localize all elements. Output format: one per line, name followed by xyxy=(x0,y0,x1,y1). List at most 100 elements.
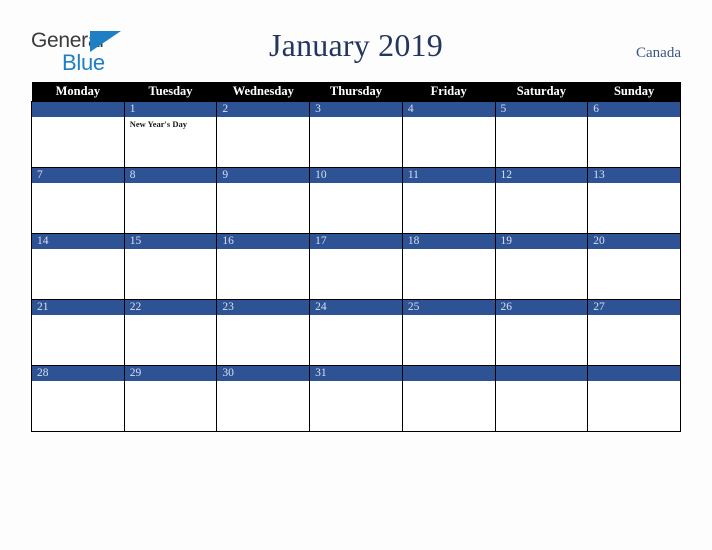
day-cell-body xyxy=(217,249,309,299)
calendar-day-cell[interactable]: 8 xyxy=(123,167,218,234)
day-cell-body xyxy=(496,315,588,365)
calendar-day-cell[interactable]: 3 xyxy=(309,101,403,168)
calendar-day-cell[interactable]: 24 xyxy=(309,299,403,366)
day-number: 6 xyxy=(588,102,680,117)
day-number: 26 xyxy=(495,300,588,315)
weekday-header-tuesday: Tuesday xyxy=(124,82,217,102)
page-header: General Blue January 2019 Canada xyxy=(0,0,712,82)
calendar-day-cell[interactable]: 7 xyxy=(31,167,125,234)
day-number xyxy=(588,366,680,381)
calendar-day-cell[interactable]: 22 xyxy=(123,299,218,366)
day-number: 8 xyxy=(124,168,217,183)
day-number: 1 xyxy=(124,102,217,117)
weekday-header-thursday: Thursday xyxy=(309,82,403,102)
calendar-day-cell[interactable]: 20 xyxy=(587,233,681,300)
calendar-day-cell[interactable]: 30 xyxy=(216,365,311,432)
calendar-day-cell[interactable]: 4 xyxy=(401,101,496,168)
calendar-day-cell[interactable]: 5 xyxy=(494,101,589,168)
calendar-day-cell[interactable]: 23 xyxy=(216,299,311,366)
day-cell-body xyxy=(217,381,309,431)
day-number: 22 xyxy=(124,300,217,315)
weekday-header-friday: Friday xyxy=(402,82,496,102)
day-cell-body xyxy=(403,183,495,233)
day-number: 23 xyxy=(217,300,310,315)
region-label: Canada xyxy=(636,45,681,61)
day-number: 14 xyxy=(32,234,124,249)
calendar-day-cell[interactable]: 21 xyxy=(31,299,125,366)
day-number: 28 xyxy=(32,366,124,381)
calendar-day-cell[interactable]: 13 xyxy=(587,167,681,234)
calendar-day-cell[interactable] xyxy=(494,365,589,432)
day-cell-body: New Year's Day xyxy=(125,117,217,167)
calendar-day-cell[interactable] xyxy=(31,101,125,168)
day-number: 20 xyxy=(588,234,680,249)
day-event-label: New Year's Day xyxy=(129,119,187,129)
day-cell-body xyxy=(588,249,680,299)
calendar-week-row: 7 8 9 10 11 12 13 xyxy=(31,167,681,234)
calendar-week-row: 14 15 16 17 18 19 20 xyxy=(31,233,681,300)
day-cell-body xyxy=(32,183,124,233)
day-number: 16 xyxy=(217,234,310,249)
day-number: 19 xyxy=(495,234,588,249)
day-number: 2 xyxy=(217,102,310,117)
day-number: 18 xyxy=(402,234,495,249)
day-number: 10 xyxy=(310,168,402,183)
calendar-day-cell[interactable]: 28 xyxy=(31,365,125,432)
day-number: 25 xyxy=(402,300,495,315)
calendar-day-cell[interactable]: 6 xyxy=(587,101,681,168)
day-number: 7 xyxy=(32,168,124,183)
calendar-day-cell[interactable]: 14 xyxy=(31,233,125,300)
day-cell-body xyxy=(310,249,402,299)
day-number: 30 xyxy=(217,366,310,381)
calendar-day-cell[interactable]: 31 xyxy=(309,365,403,432)
day-cell-body xyxy=(310,183,402,233)
day-number: 27 xyxy=(588,300,680,315)
calendar-day-cell[interactable]: 27 xyxy=(587,299,681,366)
day-number: 24 xyxy=(310,300,402,315)
day-cell-body xyxy=(125,183,217,233)
day-cell-body xyxy=(310,117,402,167)
day-number: 15 xyxy=(124,234,217,249)
calendar-day-cell[interactable]: 2 xyxy=(216,101,311,168)
calendar-day-cell[interactable]: 16 xyxy=(216,233,311,300)
day-cell-body xyxy=(217,183,309,233)
page-title: January 2019 xyxy=(269,27,443,63)
day-number: 17 xyxy=(310,234,402,249)
calendar-day-cell[interactable]: 19 xyxy=(494,233,589,300)
day-number: 4 xyxy=(402,102,495,117)
day-number: 12 xyxy=(495,168,588,183)
calendar-day-cell[interactable]: 18 xyxy=(401,233,496,300)
calendar-day-cell[interactable]: 11 xyxy=(401,167,496,234)
weekday-header-sunday: Sunday xyxy=(587,82,681,102)
calendar-day-cell[interactable]: 26 xyxy=(494,299,589,366)
calendar-grid: Monday Tuesday Wednesday Thursday Friday… xyxy=(31,82,681,432)
calendar-day-cell[interactable]: 17 xyxy=(309,233,403,300)
day-cell-body xyxy=(588,117,680,167)
calendar-day-cell[interactable]: 29 xyxy=(123,365,218,432)
day-cell-body xyxy=(310,381,402,431)
calendar-week-row: 1 New Year's Day 2 3 4 5 6 xyxy=(31,101,681,168)
day-cell-body xyxy=(217,315,309,365)
weekday-header-saturday: Saturday xyxy=(495,82,588,102)
day-number: 5 xyxy=(495,102,588,117)
day-cell-body xyxy=(217,117,309,167)
calendar-day-cell[interactable] xyxy=(587,365,681,432)
weekday-header-wednesday: Wednesday xyxy=(216,82,310,102)
calendar-day-cell[interactable]: 10 xyxy=(309,167,403,234)
day-cell-body xyxy=(496,249,588,299)
day-cell-body xyxy=(588,381,680,431)
calendar-day-cell[interactable] xyxy=(401,365,496,432)
day-number: 3 xyxy=(310,102,402,117)
day-number: 11 xyxy=(402,168,495,183)
calendar-day-cell[interactable]: 25 xyxy=(401,299,496,366)
day-number: 13 xyxy=(588,168,680,183)
calendar-day-cell[interactable]: 9 xyxy=(216,167,311,234)
calendar-day-cell[interactable]: 1 New Year's Day xyxy=(123,101,218,168)
day-number: 29 xyxy=(124,366,217,381)
calendar-day-cell[interactable]: 15 xyxy=(123,233,218,300)
day-cell-body xyxy=(496,183,588,233)
day-cell-body xyxy=(403,315,495,365)
calendar-week-row: 21 22 23 24 25 26 27 xyxy=(31,299,681,366)
day-cell-body xyxy=(32,315,124,365)
calendar-day-cell[interactable]: 12 xyxy=(494,167,589,234)
